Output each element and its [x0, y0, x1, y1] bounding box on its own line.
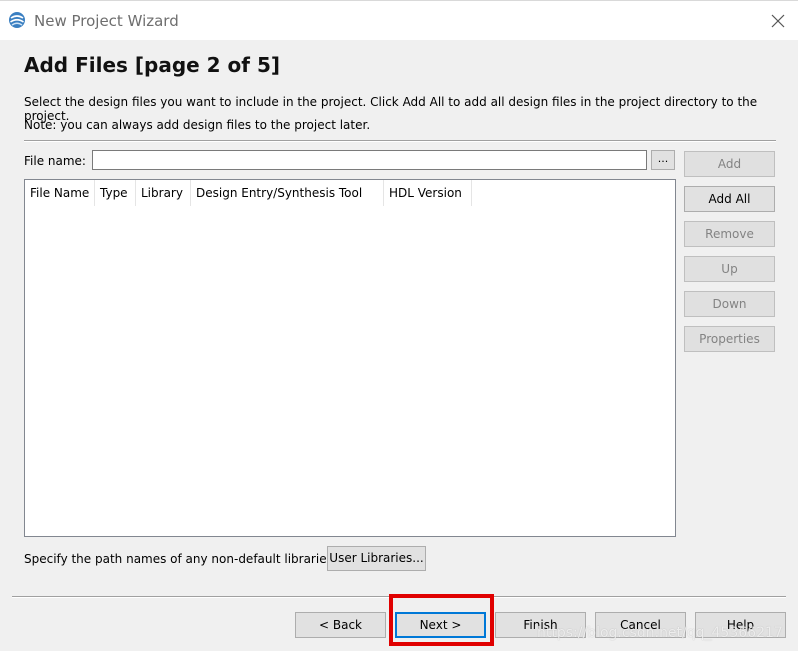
close-icon[interactable] [768, 11, 788, 31]
libraries-label: Specify the path names of any non-defaul… [24, 552, 337, 566]
user-libraries-button[interactable]: User Libraries... [327, 546, 426, 571]
add-button[interactable]: Add [684, 151, 775, 177]
add-all-button[interactable]: Add All [684, 186, 775, 212]
next-button-highlight [389, 594, 494, 646]
remove-button[interactable]: Remove [684, 221, 775, 247]
column-header-library[interactable]: Library [136, 180, 191, 206]
file-name-input[interactable] [92, 150, 647, 170]
window-title: New Project Wizard [34, 12, 179, 30]
page-title: Add Files [page 2 of 5] [24, 53, 281, 77]
back-button[interactable]: < Back [295, 612, 386, 638]
watermark: https://blog.csdn.net/qq_45366217 [537, 625, 783, 641]
up-button[interactable]: Up [684, 256, 775, 282]
file-name-label: File name: [24, 154, 86, 168]
column-header-hdl-version[interactable]: HDL Version [384, 180, 472, 206]
quartus-globe-icon [9, 12, 25, 28]
properties-button[interactable]: Properties [684, 326, 775, 352]
column-header-design-entry-tool[interactable]: Design Entry/Synthesis Tool [191, 180, 384, 206]
title-bar: New Project Wizard [0, 0, 798, 41]
down-button[interactable]: Down [684, 291, 775, 317]
page-note: Note: you can always add design files to… [24, 118, 371, 132]
files-table[interactable]: File Name Type Library Design Entry/Synt… [24, 179, 676, 537]
column-header-type[interactable]: Type [95, 180, 136, 206]
browse-button[interactable]: ... [651, 150, 675, 170]
separator-top [24, 140, 776, 142]
column-header-file-name[interactable]: File Name [25, 180, 95, 206]
